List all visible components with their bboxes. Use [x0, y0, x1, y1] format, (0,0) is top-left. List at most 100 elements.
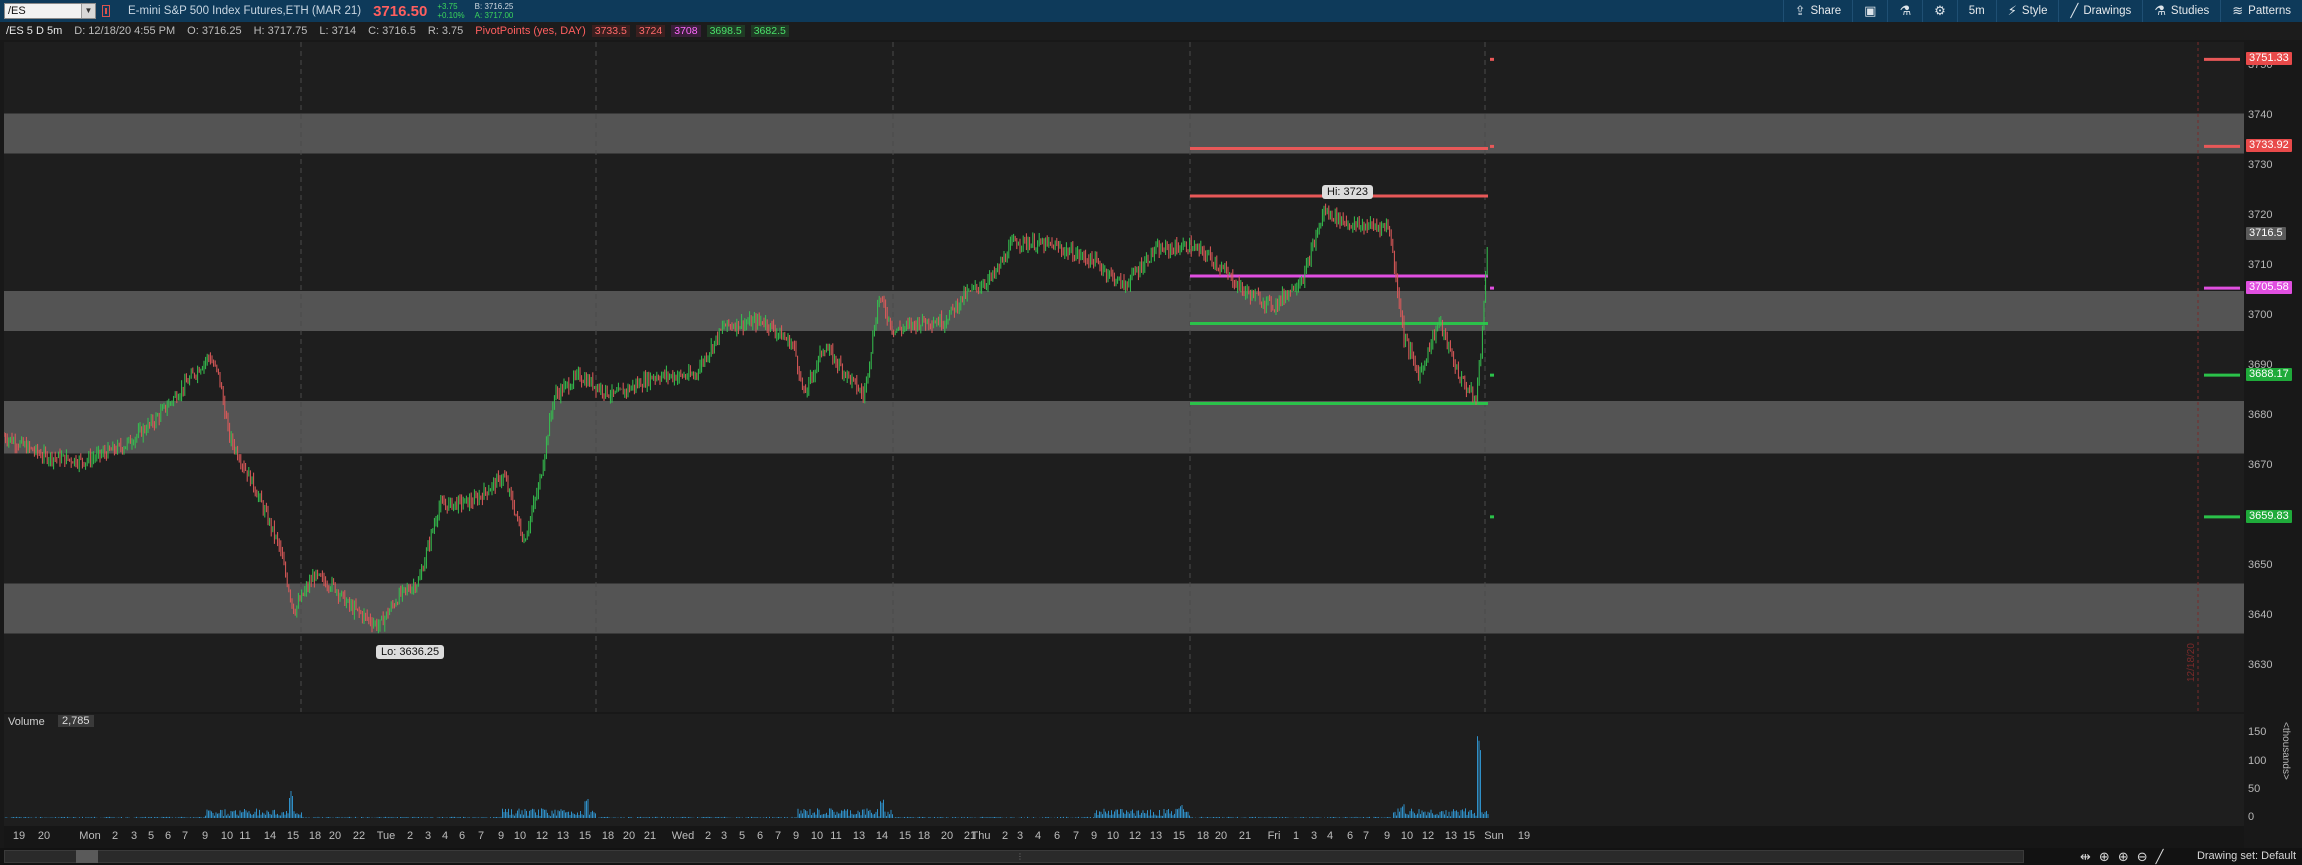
- scroll-handle[interactable]: [76, 850, 98, 863]
- volume-bar: [1112, 814, 1114, 818]
- volume-bar: [1217, 817, 1219, 818]
- volume-bar: [590, 812, 592, 818]
- volume-bar: [1192, 817, 1193, 818]
- style-button[interactable]: ⚡ Style: [1995, 0, 2059, 22]
- zoom-in-icon[interactable]: ⊕: [2118, 849, 2129, 865]
- volume-bar: [515, 813, 517, 818]
- volume-bar: [524, 809, 526, 818]
- volume-bar: [920, 817, 922, 818]
- volume-bar: [581, 814, 583, 818]
- zoom-out-icon[interactable]: ⊖: [2137, 849, 2148, 865]
- volume-bar: [1201, 816, 1202, 818]
- volume-bar: [1459, 815, 1460, 818]
- time-tick: 20: [940, 830, 954, 842]
- volume-bar: [869, 809, 871, 818]
- pencil-icon: ╱: [2070, 3, 2079, 18]
- price-chart-canvas[interactable]: 12/18/20: [4, 42, 2244, 712]
- volume-bar: [1417, 813, 1418, 818]
- price-axis[interactable]: 3750374037303720371037003690368036703660…: [2244, 42, 2302, 712]
- volume-bar: [818, 809, 820, 818]
- time-tick: 7: [477, 830, 485, 842]
- volume-bar: [718, 817, 719, 818]
- volume-bar: [667, 817, 668, 818]
- volume-bar: [1175, 808, 1177, 818]
- volume-bar: [1189, 815, 1190, 818]
- volume-bar: [542, 808, 544, 818]
- patterns-button[interactable]: ≋ Patterns: [2220, 0, 2302, 22]
- scroll-grip-icon[interactable]: ⋮: [1016, 852, 1024, 861]
- volume-bar: [805, 810, 806, 818]
- volume-bar: [1480, 750, 1481, 818]
- pivot-study-label[interactable]: PivotPoints (yes, DAY): [475, 25, 585, 37]
- volume-bar: [287, 813, 289, 818]
- patterns-label: Patterns: [2248, 5, 2291, 17]
- volume-bar: [289, 798, 290, 818]
- drawings-button[interactable]: ╱ Drawings: [2058, 0, 2142, 22]
- volume-bar: [452, 816, 454, 818]
- volume-bar: [1121, 809, 1123, 818]
- volume-bar: [565, 812, 566, 818]
- volume-bar: [637, 817, 638, 818]
- studies-button[interactable]: ⚗ Studies: [2142, 0, 2220, 22]
- volume-bar: [1303, 817, 1304, 818]
- volume-bar: [473, 817, 475, 818]
- volume-bar: [274, 809, 275, 818]
- session-low-label: Lo: 3636.25: [376, 644, 445, 659]
- volume-bar: [55, 817, 56, 818]
- volume-bar: [1472, 813, 1474, 818]
- volume-bar: [904, 817, 905, 818]
- volume-bar: [412, 817, 413, 818]
- volume-bar: [551, 810, 553, 818]
- volume-bar: [1106, 813, 1108, 818]
- volume-bar: [1141, 812, 1142, 818]
- volume-bar: [151, 817, 152, 818]
- flag-icon[interactable]: [102, 5, 110, 17]
- volume-bar: [908, 817, 910, 818]
- volume-bar: [1150, 809, 1151, 818]
- crosshair-icon[interactable]: ⊕: [2099, 849, 2110, 865]
- volume-bar: [721, 817, 722, 818]
- volume-bar: [1420, 814, 1421, 818]
- volume-bar: [1145, 813, 1147, 818]
- style-label: Style: [2021, 5, 2048, 17]
- volume-bar: [1067, 817, 1069, 818]
- volume-bar: [1213, 817, 1214, 818]
- price-tag: 3733.92: [2246, 139, 2292, 153]
- volume-bar: [1427, 811, 1429, 818]
- volume-bar: [1318, 817, 1319, 818]
- time-axis[interactable]: 19 20 Mon 2 3 5 6 7 9 10 11 14 15 18 20 22 Tue 2 3 4 6 7 9 10 12…: [4, 826, 2244, 848]
- chevron-down-icon[interactable]: ▼: [81, 4, 95, 18]
- timeframe-button[interactable]: 5m: [1956, 0, 1996, 22]
- volume-bar: [1415, 814, 1417, 818]
- volume-bar: [86, 817, 88, 818]
- symbol-input[interactable]: /ES ▼: [4, 3, 96, 19]
- top-toolbar: /ES ▼ E-mini S&P 500 Index Futures,ETH (…: [0, 0, 2302, 22]
- lab-button[interactable]: ⚗: [1887, 0, 1922, 22]
- volume-bar: [883, 799, 884, 818]
- volume-tick: 50: [2248, 782, 2261, 795]
- volume-bar: [1450, 816, 1451, 818]
- volume-bar: [1457, 811, 1459, 818]
- volume-bar: [536, 815, 538, 818]
- volume-bar: [1426, 815, 1427, 818]
- gear-icon: ⚙: [1934, 3, 1946, 18]
- volume-bar: [425, 817, 427, 818]
- settings-button[interactable]: ⚙: [1922, 0, 1957, 22]
- price-chart[interactable]: 12/18/20 Hi: 3723 Lo: 3636.25: [4, 42, 2244, 712]
- volume-bar: [439, 817, 440, 818]
- volume-bar: [214, 815, 215, 818]
- chart-scrollbar[interactable]: [4, 850, 2024, 863]
- share-label: Share: [1810, 5, 1842, 17]
- volume-bar: [844, 809, 845, 818]
- volume-bar: [1259, 817, 1261, 818]
- screenshot-button[interactable]: ▣: [1852, 0, 1887, 22]
- volume-bar: [1222, 817, 1223, 818]
- volume-pane[interactable]: Volume 2,785: [4, 714, 2244, 826]
- pan-icon[interactable]: ⇹: [2080, 849, 2091, 865]
- draw-line-icon[interactable]: ╱: [2156, 849, 2164, 865]
- volume-bar: [1165, 813, 1166, 818]
- share-button[interactable]: ⇪ Share: [1782, 0, 1853, 22]
- volume-bar: [292, 796, 293, 818]
- drawing-set-label[interactable]: Drawing set: Default: [2197, 850, 2296, 862]
- volume-bar: [181, 816, 182, 818]
